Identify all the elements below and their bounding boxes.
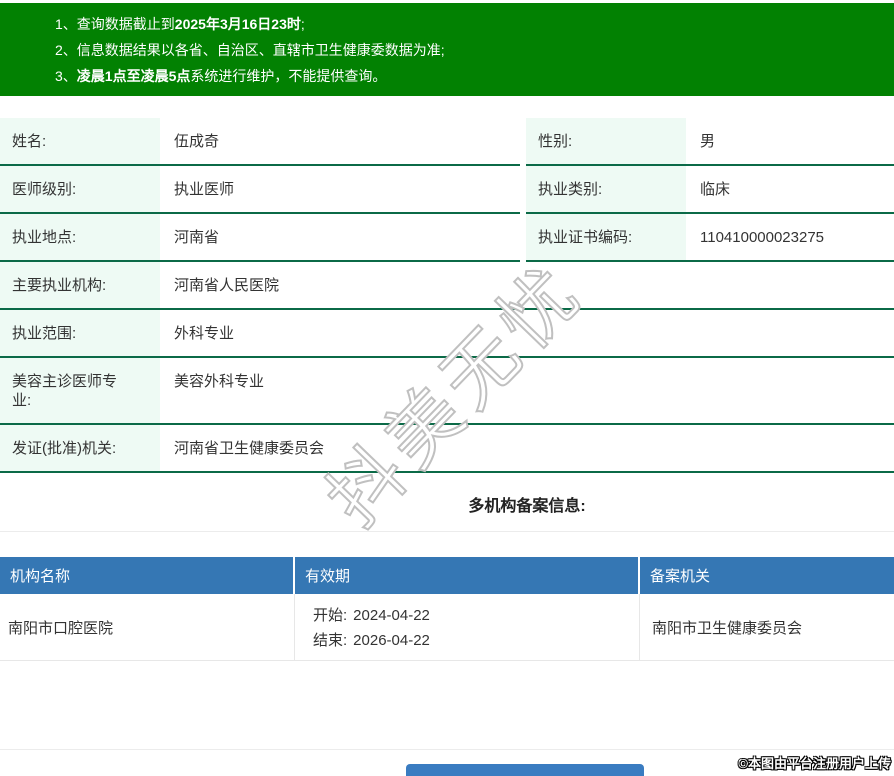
validity-start: 开始: 2024-04-22 (313, 607, 430, 624)
field-value-practice-place: 河南省 (174, 229, 220, 246)
license-query-result-page: 1、查询数据截止到2025年3月16日23时; 2、信息数据结果以各省、自治区、… (0, 0, 894, 776)
notice-line-2: 2、信息数据结果以各省、自治区、直辖市卫生健康委数据为准; (55, 42, 445, 58)
field-value-main-institution: 河南省人民医院 (174, 277, 280, 294)
uploader-stamp: ©本图由平台注册用户上传 (738, 756, 891, 771)
field-value-cosmetic-specialty: 美容外科专业 (174, 373, 265, 390)
field-label-certificate-no: 执业证书编码: (526, 214, 686, 260)
org-name-cell: 南阳市口腔医院 (0, 594, 295, 661)
registry-table: 机构名称 有效期 备案机关 南阳市口腔医院 开始: 2024-04-22 结束: 2… (0, 557, 894, 661)
info-row-level-category: 医师级别: 执业医师 执业类别: 临床 (0, 166, 894, 214)
field-value-name: 伍成奇 (174, 133, 220, 150)
field-value-gender: 男 (700, 133, 716, 150)
info-row-issuing-authority: 发证(批准)机关: 河南省卫生健康委员会 (0, 425, 894, 473)
column-header-validity: 有效期 (295, 557, 640, 594)
field-label-main-institution: 主要执业机构: (0, 262, 160, 308)
field-value-issuing-authority: 河南省卫生健康委员会 (174, 440, 325, 457)
notice-banner: 1、查询数据截止到2025年3月16日23时; 2、信息数据结果以各省、自治区、… (0, 3, 894, 96)
notice-line-3: 3、凌晨1点至凌晨5点系统进行维护，不能提供查询。 (55, 68, 387, 84)
validity-cell: 开始: 2024-04-22 结束: 2026-04-22 (295, 594, 640, 661)
field-label-practice-category: 执业类别: (526, 166, 686, 212)
field-label-gender: 性别: (526, 118, 686, 164)
notice-number: 2、 (55, 42, 77, 58)
field-value-certificate-no: 110410000023275 (700, 229, 825, 246)
multi-org-section-title: 多机构备案信息: (0, 473, 894, 532)
record-authority-cell: 南阳市卫生健康委员会 (640, 594, 894, 661)
registry-header-row: 机构名称 有效期 备案机关 (0, 557, 894, 594)
practitioner-info-table: 姓名: 伍成奇 性别: 男 医师级别: 执业医师 执业类别: 临床 执业地点: … (0, 118, 894, 473)
bottom-divider (0, 749, 894, 750)
close-window-button[interactable]: 〖关闭窗口〗 (406, 764, 644, 776)
field-value-practice-scope: 外科专业 (174, 325, 235, 342)
notice-number: 3、 (55, 68, 77, 84)
notice-number: 1、 (55, 16, 77, 32)
field-label-practice-place: 执业地点: (0, 214, 160, 260)
validity-end: 结束: 2026-04-22 (313, 632, 430, 649)
column-header-org-name: 机构名称 (0, 557, 295, 594)
info-row-cosmetic-specialty: 美容主诊医师专业: 美容外科专业 (0, 358, 894, 425)
field-label-cosmetic-specialty: 美容主诊医师专业: (0, 358, 160, 423)
info-row-main-institution: 主要执业机构: 河南省人民医院 (0, 262, 894, 310)
info-row-practice-scope: 执业范围: 外科专业 (0, 310, 894, 358)
field-value-practice-category: 临床 (700, 181, 731, 198)
field-label-doctor-level: 医师级别: (0, 166, 160, 212)
field-label-practice-scope: 执业范围: (0, 310, 160, 356)
field-label-issuing-authority: 发证(批准)机关: (0, 425, 160, 471)
field-value-doctor-level: 执业医师 (174, 181, 235, 198)
info-row-name-gender: 姓名: 伍成奇 性别: 男 (0, 118, 894, 166)
registry-data-row: 南阳市口腔医院 开始: 2024-04-22 结束: 2026-04-22 南阳市卫… (0, 594, 894, 661)
info-row-place-certno: 执业地点: 河南省 执业证书编码: 110410000023275 (0, 214, 894, 262)
column-header-record-authority: 备案机关 (650, 568, 711, 585)
notice-line-1: 1、查询数据截止到2025年3月16日23时; (55, 16, 305, 32)
field-label-name: 姓名: (0, 118, 160, 164)
